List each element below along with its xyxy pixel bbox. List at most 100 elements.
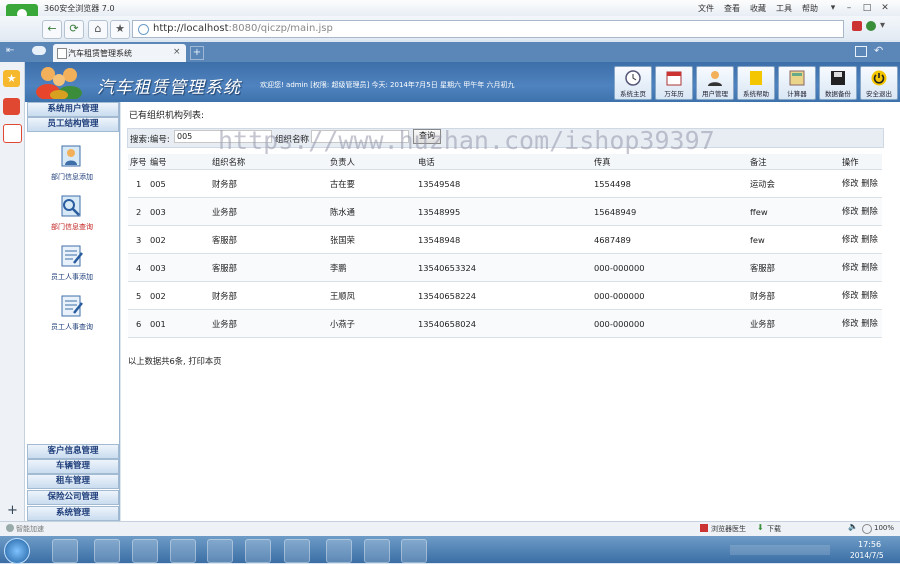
cell-code: 005 [148, 169, 210, 198]
cloud-icon[interactable] [32, 46, 46, 55]
tool-calculator-button[interactable]: 计算器 [778, 66, 816, 100]
delete-link[interactable]: 删除 [861, 290, 878, 300]
taskbar-search-icon[interactable] [52, 539, 78, 563]
col-header-code: 编号 [148, 154, 210, 170]
cell-actions: 修改 删除 [840, 253, 882, 282]
edit-link[interactable]: 修改 [842, 178, 859, 188]
browser-mode-icon[interactable] [866, 21, 876, 31]
cell-remark: 运动会 [748, 169, 840, 198]
list-title: 已有组织机构列表: [129, 111, 205, 121]
tool-logout-button[interactable]: 安全退出 [860, 66, 898, 100]
tool-backup-button[interactable]: 数据备份 [819, 66, 857, 100]
skin-icon[interactable]: ▾ [826, 2, 840, 14]
undo-icon[interactable]: ↶ [874, 44, 883, 57]
delete-link[interactable]: 删除 [861, 234, 878, 244]
menu-tools[interactable]: 工具 [776, 3, 792, 14]
taskbar-itunes-icon[interactable] [132, 539, 158, 563]
sidebar-toggle-icon[interactable]: ⇤ [6, 45, 14, 56]
edit-link[interactable]: 修改 [842, 318, 859, 328]
sidebar-section-customers[interactable]: 客户信息管理 [27, 444, 119, 459]
menu-help[interactable]: 帮助 [802, 3, 818, 14]
tool-help-button[interactable]: 系统帮助 [737, 66, 775, 100]
cell-code: 002 [148, 225, 210, 254]
back-arrow-icon[interactable]: ← [42, 20, 62, 39]
tool-label: 计算器 [787, 90, 807, 98]
cell-index: 5 [128, 281, 148, 310]
menu-view[interactable]: 查看 [724, 3, 740, 14]
taskbar-ie-icon[interactable] [326, 539, 352, 563]
tab-active[interactable]: 汽车租赁管理系统 × [53, 44, 186, 62]
sidebar-section-system[interactable]: 系统管理 [27, 506, 119, 521]
maximize-icon[interactable]: □ [860, 2, 874, 14]
zoom-level[interactable]: 100% [874, 524, 894, 532]
sidebar-item-staff-add[interactable]: 员工人事添加 [30, 272, 114, 282]
weibo-icon[interactable] [3, 98, 20, 115]
sidebar-section-system-users[interactable]: 系统用户管理 [27, 102, 119, 117]
download-link[interactable]: 下载 [767, 524, 781, 534]
sidebar-item-department-query[interactable]: 部门信息查询 [30, 222, 114, 232]
minimize-icon[interactable]: – [842, 2, 856, 14]
mail-icon[interactable] [3, 124, 22, 143]
system-title: 汽车租赁管理系统 [97, 78, 241, 98]
delete-link[interactable]: 删除 [861, 262, 878, 272]
address-url[interactable]: http://localhost:8080/qiczp/main.jsp [153, 23, 333, 34]
address-bar[interactable]: http://localhost:8080/qiczp/main.jsp [132, 20, 844, 38]
sidebar-section-vehicles[interactable]: 车辆管理 [27, 459, 119, 474]
add-icon[interactable]: + [7, 503, 18, 518]
url-host: http://localhost [153, 23, 229, 34]
cell-index: 1 [128, 169, 148, 198]
clock-time[interactable]: 17:56 [858, 540, 881, 549]
staff-add-icon[interactable] [58, 243, 86, 269]
cell-code: 003 [148, 253, 210, 282]
staff-query-icon[interactable] [58, 293, 86, 319]
taskbar-media-icon[interactable] [170, 539, 196, 563]
edit-link[interactable]: 修改 [842, 234, 859, 244]
new-tab-icon[interactable]: + [190, 46, 204, 60]
home-icon[interactable]: ⌂ [88, 20, 108, 39]
delete-link[interactable]: 删除 [861, 206, 878, 216]
edit-link[interactable]: 修改 [842, 262, 859, 272]
taskbar-app-icon[interactable] [364, 539, 390, 563]
taskbar-tool-icon[interactable] [284, 539, 310, 563]
delete-link[interactable]: 删除 [861, 178, 878, 188]
clock-date[interactable]: 2014/7/5 [850, 551, 884, 560]
calculator-icon [789, 70, 805, 86]
start-button-icon[interactable] [4, 538, 30, 564]
tool-label: 用户管理 [702, 90, 728, 98]
tool-label: 系统主页 [620, 90, 646, 98]
dropdown-chevron-icon[interactable]: ▾ [880, 20, 885, 31]
cell-index: 2 [128, 197, 148, 226]
menu-favorites[interactable]: 收藏 [750, 3, 766, 14]
delete-link[interactable]: 删除 [861, 318, 878, 328]
window-restore-icon[interactable] [855, 46, 867, 57]
taskbar-word-icon[interactable] [401, 539, 427, 563]
menu-file[interactable]: 文件 [698, 3, 714, 14]
taskbar-browser-icon[interactable] [94, 539, 120, 563]
close-icon[interactable]: ✕ [878, 2, 892, 14]
table-header-row: 序号 编号 组织名称 负责人 电话 传真 备注 操作 [128, 154, 882, 170]
sidebar-section-staff-structure[interactable]: 员工结构管理 [27, 117, 119, 132]
sidebar-section-rentals[interactable]: 租车管理 [27, 474, 119, 489]
cell-remark: 业务部 [748, 309, 840, 338]
search-engine-icon[interactable] [852, 21, 862, 31]
department-query-icon[interactable] [58, 193, 86, 219]
tool-home-button[interactable]: 系统主页 [614, 66, 652, 100]
sidebar-item-staff-query[interactable]: 员工人事查询 [30, 322, 114, 332]
taskbar-qq-icon[interactable] [245, 539, 271, 563]
search-code-label: 搜索:编号: [130, 135, 170, 145]
edit-link[interactable]: 修改 [842, 290, 859, 300]
refresh-icon[interactable]: ⟳ [64, 20, 84, 39]
star-icon[interactable]: ★ [110, 20, 130, 39]
browser-doctor-link[interactable]: 浏览器医生 [711, 524, 746, 534]
favorites-star-icon[interactable]: ★ [3, 70, 20, 87]
department-add-icon[interactable] [58, 143, 86, 169]
cell-phone: 13548995 [416, 197, 592, 226]
taskbar-explorer-icon[interactable] [207, 539, 233, 563]
speaker-icon[interactable]: 🔈 [848, 522, 858, 531]
tool-user-button[interactable]: 用户管理 [696, 66, 734, 100]
tool-calendar-button[interactable]: 万年历 [655, 66, 693, 100]
sidebar-section-insurance[interactable]: 保险公司管理 [27, 490, 119, 505]
tab-close-icon[interactable]: × [173, 47, 181, 57]
edit-link[interactable]: 修改 [842, 206, 859, 216]
sidebar-item-department-add[interactable]: 部门信息添加 [30, 172, 114, 182]
